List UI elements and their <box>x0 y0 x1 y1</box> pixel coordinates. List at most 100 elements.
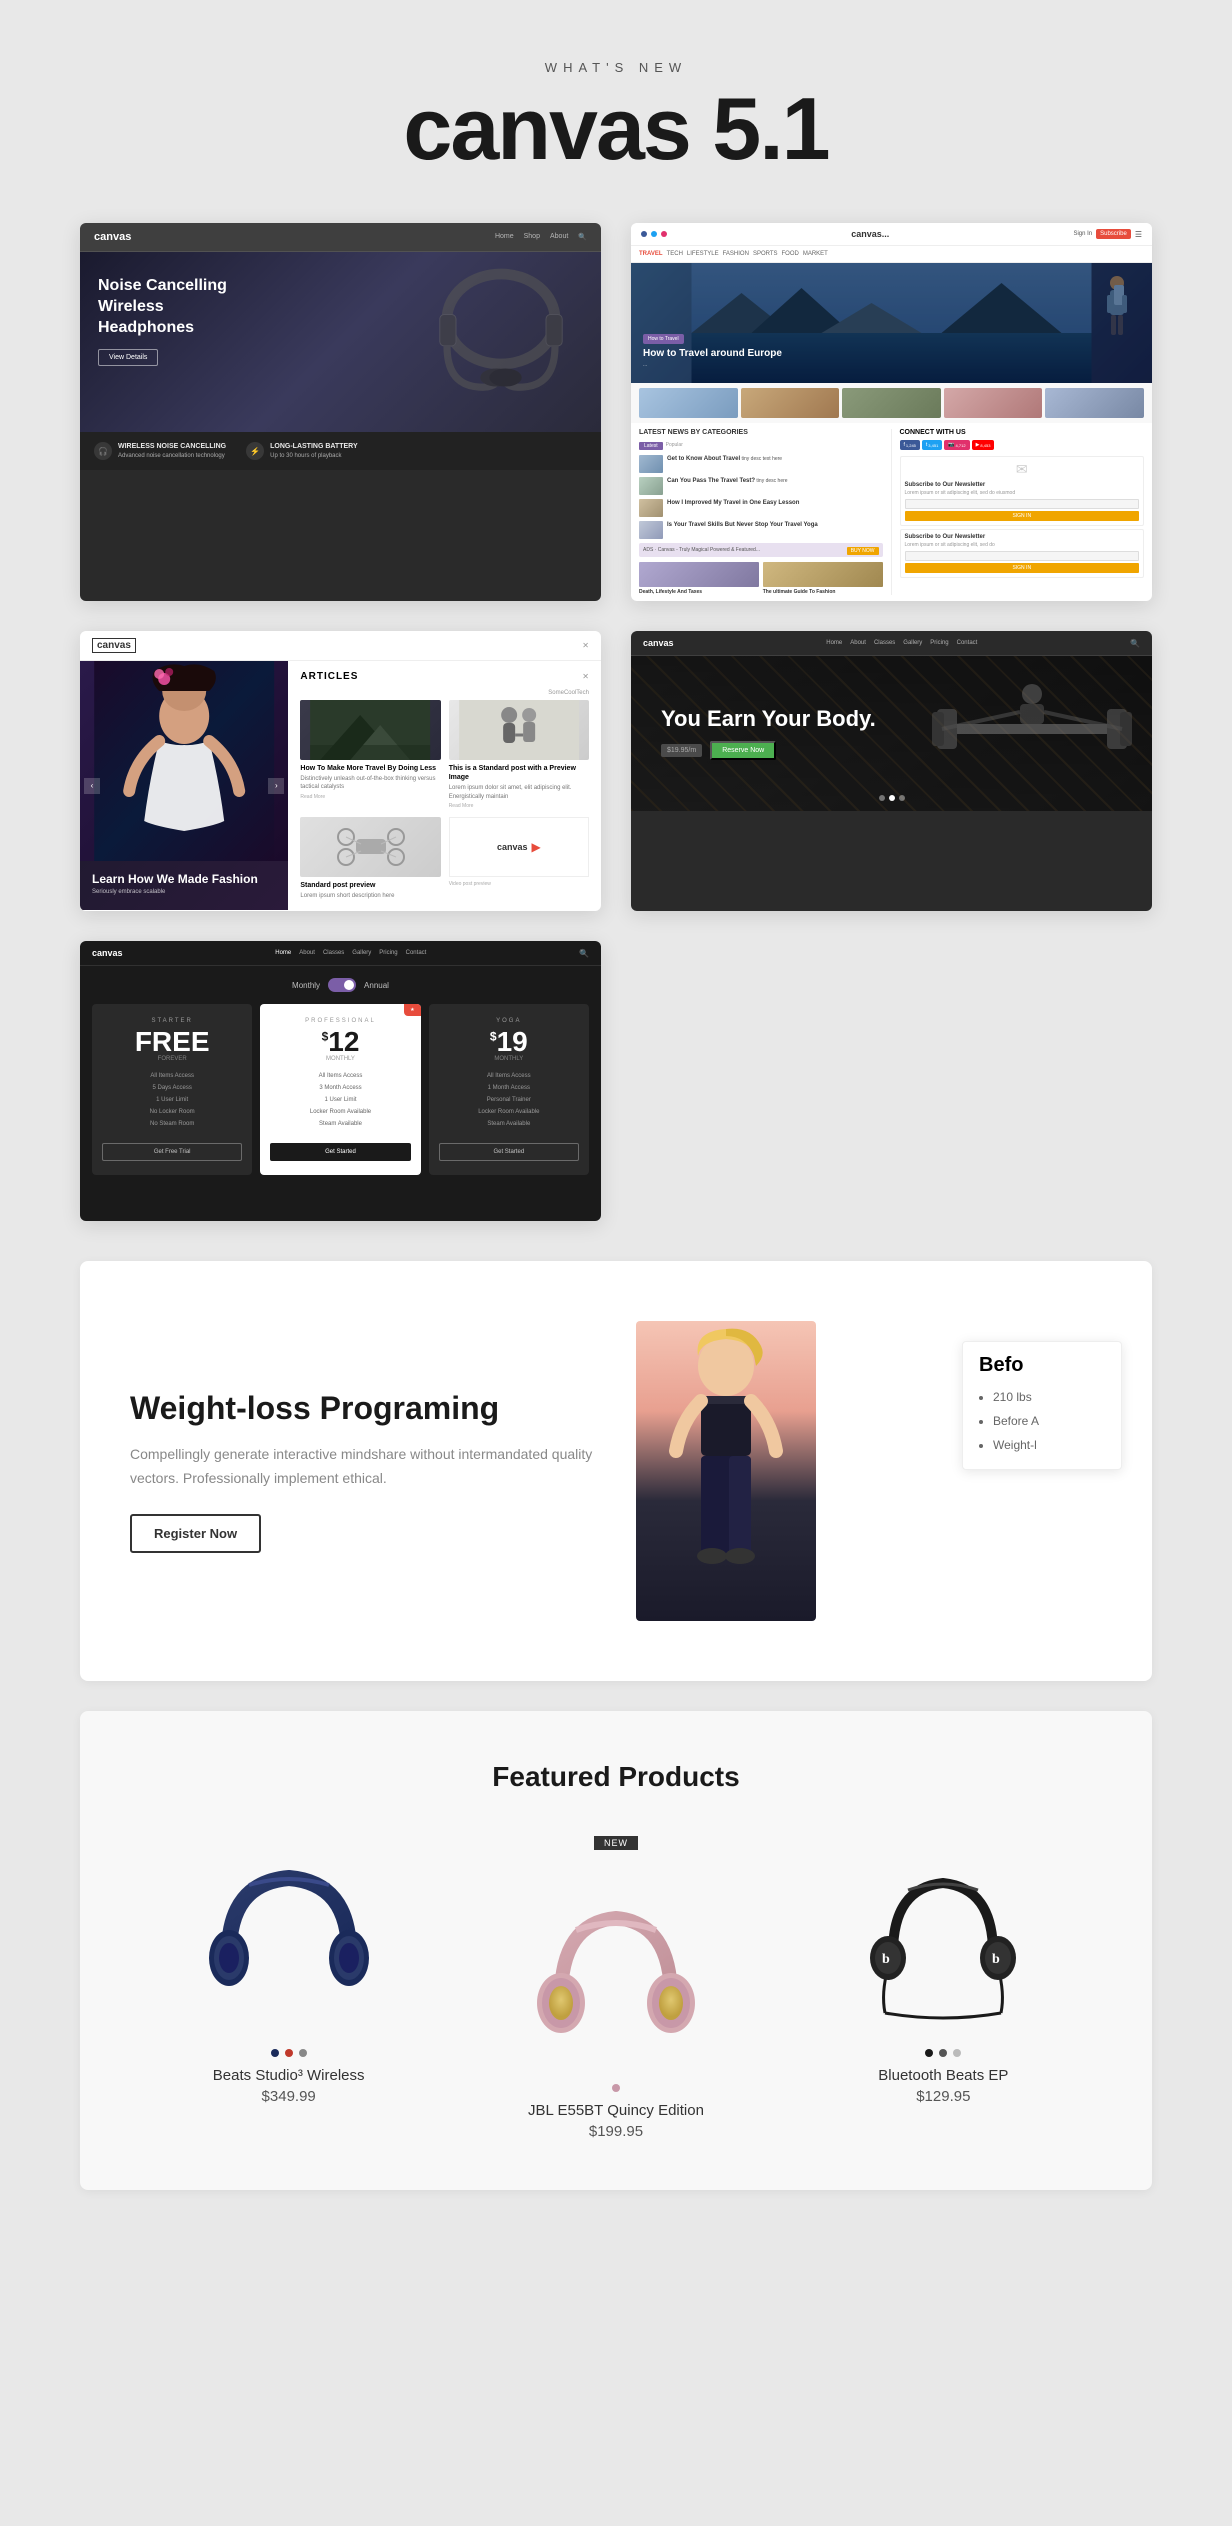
ss4-nav-gallery[interactable]: Gallery <box>352 950 371 956</box>
ss2-subscribe-box: ✉ Subscribe to Our Newsletter Lorem ipsu… <box>900 456 1145 526</box>
ss1-nav-link-1: Home <box>495 233 514 241</box>
ss2-ig-btn[interactable]: 📷 4,712 <box>944 440 969 450</box>
ss1-cta-button[interactable]: View Details <box>98 349 158 366</box>
ss5-nav-contact[interactable]: Contact <box>957 640 978 646</box>
ss3-close-articles-icon: ✕ <box>582 672 589 681</box>
ss2-fb-btn[interactable]: f 1,245 <box>900 440 920 450</box>
fp-new-badge: NEW <box>594 1836 638 1850</box>
ss1-nav: canvas Home Shop About 🔍 <box>80 223 601 252</box>
ss3-articles-header: ARTICLES ✕ <box>300 671 589 682</box>
ss2-subscribe-btn[interactable]: SIGN IN <box>905 511 1140 521</box>
ss4-search-icon[interactable]: 🔍 <box>579 949 589 958</box>
ss3-article-img-2 <box>449 700 589 760</box>
ss2-logo: canvas... <box>851 229 889 239</box>
wl-list-item-2: Before A <box>993 1409 1105 1433</box>
ss4-yoga-period: MONTHLY <box>439 1056 579 1062</box>
ss2-thumb-2 <box>741 388 840 418</box>
fp-dot-navy <box>271 2049 279 2057</box>
ss4-pro-cta[interactable]: Get Started <box>270 1143 410 1161</box>
ss4-nav-classes[interactable]: Classes <box>323 950 344 956</box>
ss2-article-item-2: Can You Pass The Travel Test? tiny desc … <box>639 477 883 495</box>
ss4-featured-badge: ★ <box>404 1004 420 1016</box>
fp-beats-ep-img: b b <box>795 1833 1092 2033</box>
ss5-slider-dots <box>879 795 905 801</box>
ss3-slider-subtitle: Seriously embrace scalable <box>92 889 258 895</box>
ss4-starter-cta[interactable]: Get Free Trial <box>102 1143 242 1161</box>
ss4-billing-toggle[interactable] <box>328 978 356 992</box>
ss2-connect-section: CONNECT WITH US f 1,245 t 3,451 📷 4,712 … <box>900 429 1145 450</box>
ss3-next-arrow[interactable]: › <box>268 778 284 794</box>
ss4-plan-professional: ★ PROFESSIONAL $12 MONTHLY All Items Acc… <box>260 1004 420 1175</box>
ss2-article-item-1: Get to Know About Travel tiny desc text … <box>639 455 883 473</box>
ss3-article-title-1: How To Make More Travel By Doing Less <box>300 764 440 773</box>
ss2-hero: How to Travel How to Travel around Europ… <box>631 263 1152 383</box>
ss2-subscribe-title: Subscribe to Our Newsletter <box>905 482 1140 488</box>
ss2-email-input-2[interactable] <box>905 551 1140 561</box>
ss3-logo: canvas <box>92 638 136 653</box>
ss5-hero-heading: You Earn Your Body. <box>661 707 876 731</box>
ss3-article-img-1 <box>300 700 440 760</box>
ss3-articles-title: ARTICLES <box>300 671 358 682</box>
ss1-nav-link-2: Shop <box>524 233 540 241</box>
ss3-category-tag: SomeCoolTech <box>300 690 589 696</box>
ss2-twitter-dot <box>651 231 657 237</box>
ss5-nav-pricing[interactable]: Pricing <box>930 640 948 646</box>
weight-loss-section: Weight-loss Programing Compellingly gene… <box>80 1261 1152 1681</box>
ss2-article-item-3: How I Improved My Travel in One Easy Les… <box>639 499 883 517</box>
ss2-yt-btn[interactable]: ▶ 8,453 <box>972 440 995 450</box>
ss2-header-actions: Sign In Subscribe ☰ <box>1073 229 1142 239</box>
wl-before-list: 210 lbs Before A Weight-l <box>979 1385 1105 1457</box>
ss1-features: 🎧 WIRELESS NOISE CANCELLING Advanced noi… <box>80 432 601 470</box>
wl-content: Weight-loss Programing Compellingly gene… <box>130 1389 596 1554</box>
ss5-nav-home[interactable]: Home <box>826 640 842 646</box>
ss4-starter-price: FREE <box>102 1028 242 1056</box>
fp-product-beats-studio: Beats Studio³ Wireless $349.99 <box>140 1833 437 2140</box>
ss5-nav-about[interactable]: About <box>850 640 866 646</box>
ss2-article-info-4: Is Your Travel Skills But Never Stop You… <box>667 521 818 539</box>
ss4-nav-contact[interactable]: Contact <box>406 950 427 956</box>
ss3-close-icon: ✕ <box>582 641 589 650</box>
ss4-monthly-label: Monthly <box>292 981 320 990</box>
ss2-email-input[interactable] <box>905 499 1140 509</box>
ss5-search-icon[interactable]: 🔍 <box>1130 639 1140 648</box>
ss2-article-thumb-1 <box>639 455 663 473</box>
screenshot-articles: canvas ✕ <box>80 631 601 911</box>
ss2-thumb-4 <box>944 388 1043 418</box>
ss1-feature-2: ⚡ LONG-LASTING BATTERY Up to 30 hours of… <box>246 442 358 460</box>
ss2-subscribe-btn-2[interactable]: SIGN IN <box>905 563 1140 573</box>
wl-title: Weight-loss Programing <box>130 1389 596 1427</box>
ss4-nav-pricing[interactable]: Pricing <box>379 950 397 956</box>
wl-visual: Befo 210 lbs Before A Weight-l <box>636 1321 1102 1621</box>
ss5-price-badge: $19.95/m <box>661 744 702 757</box>
page-wrapper: WHAT'S NEW canvas 5.1 canvas Home Shop A… <box>0 0 1232 2250</box>
ss5-nav-gallery[interactable]: Gallery <box>903 640 922 646</box>
wl-register-btn[interactable]: Register Now <box>130 1514 261 1553</box>
ss3-prev-arrow[interactable]: ‹ <box>84 778 100 794</box>
ss4-toggle-area: Monthly Annual <box>80 966 601 1004</box>
ss3-slider: ‹ › Learn How We Made Fashion Seriously … <box>80 661 288 910</box>
ss3-fashion-svg <box>80 661 288 861</box>
wl-description: Compellingly generate interactive mindsh… <box>130 1443 596 1491</box>
svg-text:b: b <box>992 1952 1000 1967</box>
fp-beats-ep-colors <box>795 2049 1092 2057</box>
ss2-thumbnails <box>631 383 1152 423</box>
fp-jbl-price: $199.95 <box>467 2123 764 2140</box>
ss4-yoga-cta[interactable]: Get Started <box>439 1143 579 1161</box>
ss5-nav-classes[interactable]: Classes <box>874 640 895 646</box>
ss5-reserve-btn[interactable]: Reserve Now <box>710 741 776 760</box>
ss2-article-info-2: Can You Pass The Travel Test? tiny desc … <box>667 477 788 495</box>
ss2-tw-btn[interactable]: t 3,451 <box>922 440 942 450</box>
ss2-bottom-articles: Death, Lifestyle And Taxes The ultimate … <box>639 562 883 595</box>
ss3-video-preview[interactable]: canvas ▶ <box>449 817 589 877</box>
ss1-hero: Noise Cancelling Wireless Headphones Vie… <box>80 252 601 432</box>
fp-jbl-svg <box>526 1878 706 2058</box>
fp-beats-blue-colors <box>140 2049 437 2057</box>
ss4-nav-home[interactable]: Home <box>275 950 291 956</box>
ss3-body: ‹ › Learn How We Made Fashion Seriously … <box>80 661 601 910</box>
ss4-plan-starter: STARTER FREE FOREVER All Items Access 5 … <box>92 1004 252 1175</box>
ss2-article-item-4: Is Your Travel Skills But Never Stop You… <box>639 521 883 539</box>
ss4-nav-about[interactable]: About <box>299 950 315 956</box>
fp-dot-darkgray <box>939 2049 947 2057</box>
ss3-nav: canvas ✕ <box>80 631 601 661</box>
wl-list-item-1: 210 lbs <box>993 1385 1105 1409</box>
